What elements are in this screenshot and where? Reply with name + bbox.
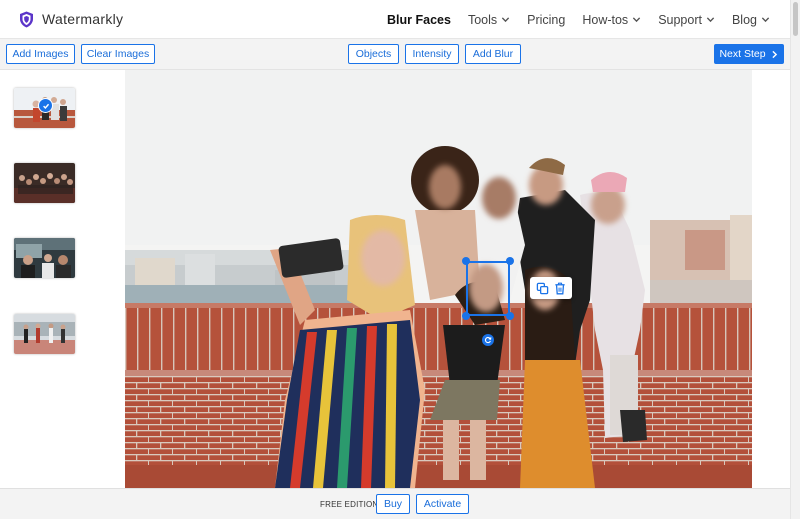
bottom-bar: FREE EDITION Buy Activate [0,488,790,519]
thumbnail-image [14,314,75,354]
chevron-down-icon [761,17,770,23]
thumbnail-image [14,238,75,278]
objects-button[interactable]: Objects [348,44,399,64]
clear-images-button[interactable]: Clear Images [81,44,155,64]
duplicate-icon[interactable] [536,282,549,295]
resize-handle-bottom-left[interactable] [462,312,470,320]
rotate-handle[interactable] [482,334,494,346]
nav-how-tos-label: How-tos [582,12,629,27]
nav-blog-label: Blog [731,12,757,27]
activate-button[interactable]: Activate [416,494,469,514]
nav-tools[interactable]: Tools [468,13,510,27]
next-step-button[interactable]: Next Step [714,44,784,64]
chevron-down-icon [501,17,510,23]
buy-button[interactable]: Buy [376,494,410,514]
resize-handle-top-right[interactable] [506,257,514,265]
chevron-down-icon [706,17,715,23]
editor-toolbar: Add Images Clear Images Objects Intensit… [0,39,790,70]
main-photo [125,70,752,488]
thumbnail-1[interactable] [14,88,75,128]
nav-blog[interactable]: Blog [732,13,770,27]
selected-check [38,98,53,113]
thumbnail-2[interactable] [14,163,75,203]
brand[interactable]: Watermarkly [19,11,123,28]
thumbnail-3[interactable] [14,238,75,278]
edition-label: FREE EDITION [320,500,379,509]
shield-icon [20,11,33,27]
chevron-down-icon [633,17,641,23]
resize-handle-bottom-right[interactable] [506,312,514,320]
intensity-button[interactable]: Intensity [405,44,459,64]
thumbnail-image [14,163,75,203]
thumbnail-4[interactable] [14,314,75,354]
add-images-button[interactable]: Add Images [6,44,75,64]
selection-actions-popup [530,277,572,299]
nav-support-label: Support [658,12,702,27]
nav-blur-faces-label: Blur Faces [387,12,451,27]
nav-blur-faces[interactable]: Blur Faces [387,13,451,27]
check-icon [42,103,49,109]
trash-icon[interactable] [554,282,566,295]
blur-selection-box[interactable] [466,261,510,316]
add-blur-button[interactable]: Add Blur [465,44,521,64]
nav-tools-label: Tools [467,12,498,27]
thumbnail-list [0,70,125,488]
nav-support[interactable]: Support [658,13,715,27]
page-scrollbar[interactable] [790,0,800,519]
main-nav: Blur Faces Tools Pricing How-tos Support… [370,0,770,39]
scrollbar-thumb[interactable] [793,2,798,36]
resize-handle-top-left[interactable] [462,257,470,265]
chevron-right-icon [771,50,777,58]
top-navbar: Watermarkly Blur Faces Tools Pricing How… [0,0,790,39]
nav-pricing-label: Pricing [527,12,566,27]
nav-pricing[interactable]: Pricing [527,13,565,27]
brand-name: Watermarkly [42,11,124,27]
nav-how-tos[interactable]: How-tos [582,13,641,27]
next-step-label: Next Step [719,48,766,60]
rotate-icon [484,336,492,344]
image-canvas[interactable] [125,70,752,488]
